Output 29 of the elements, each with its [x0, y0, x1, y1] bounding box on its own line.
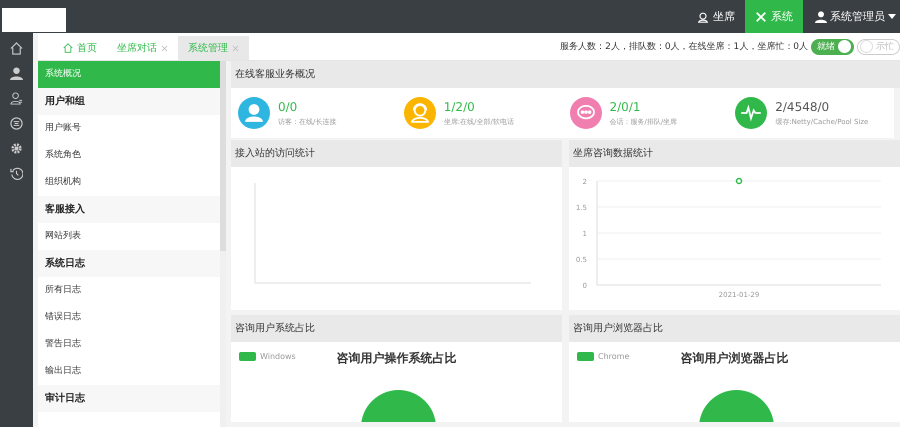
legend-swatch [577, 352, 594, 361]
caret-icon [888, 14, 896, 19]
panel-title: 接入站的访问统计 [231, 140, 562, 167]
headset-icon [697, 10, 709, 22]
stat-value: 1/2/0 [444, 100, 476, 114]
nav-tab[interactable]: 坐席 [687, 0, 745, 33]
panel-title: 在线客服业务概况 [231, 61, 900, 88]
menu-group-header[interactable]: 审计日志 [38, 385, 220, 412]
menu-group-header[interactable]: 用户和组 [38, 88, 220, 115]
person-icon [815, 10, 827, 22]
chart-title: 咨询用户操作系统占比 [336, 350, 456, 367]
menu-group-header[interactable]: 系统日志 [38, 250, 220, 277]
service-status-text: 服务人数：2人，排队数：0人，在线坐席：1人，坐席忙：0人 [560, 40, 808, 53]
home-icon [63, 43, 73, 53]
panel-title: 咨询用户系统占比 [231, 315, 562, 342]
legend-swatch [239, 352, 256, 361]
panel-title: 坐席咨询数据统计 [569, 140, 900, 167]
history-icon[interactable] [10, 167, 23, 180]
home-icon[interactable] [10, 42, 23, 55]
chart-title: 咨询用户浏览器占比 [680, 350, 788, 367]
user-menu[interactable]: 系统管理员 [803, 0, 900, 33]
stat-value: 0/0 [278, 100, 298, 114]
stat-value: 2/0/1 [610, 100, 642, 114]
stat-value: 2/4548/0 [775, 100, 830, 114]
users-icon[interactable] [10, 92, 23, 105]
menu-group-header[interactable]: 客服接入 [38, 196, 220, 223]
panel-title: 咨询用户浏览器占比 [569, 315, 900, 342]
settings-icon[interactable] [10, 142, 23, 155]
person-icon[interactable] [10, 67, 23, 80]
